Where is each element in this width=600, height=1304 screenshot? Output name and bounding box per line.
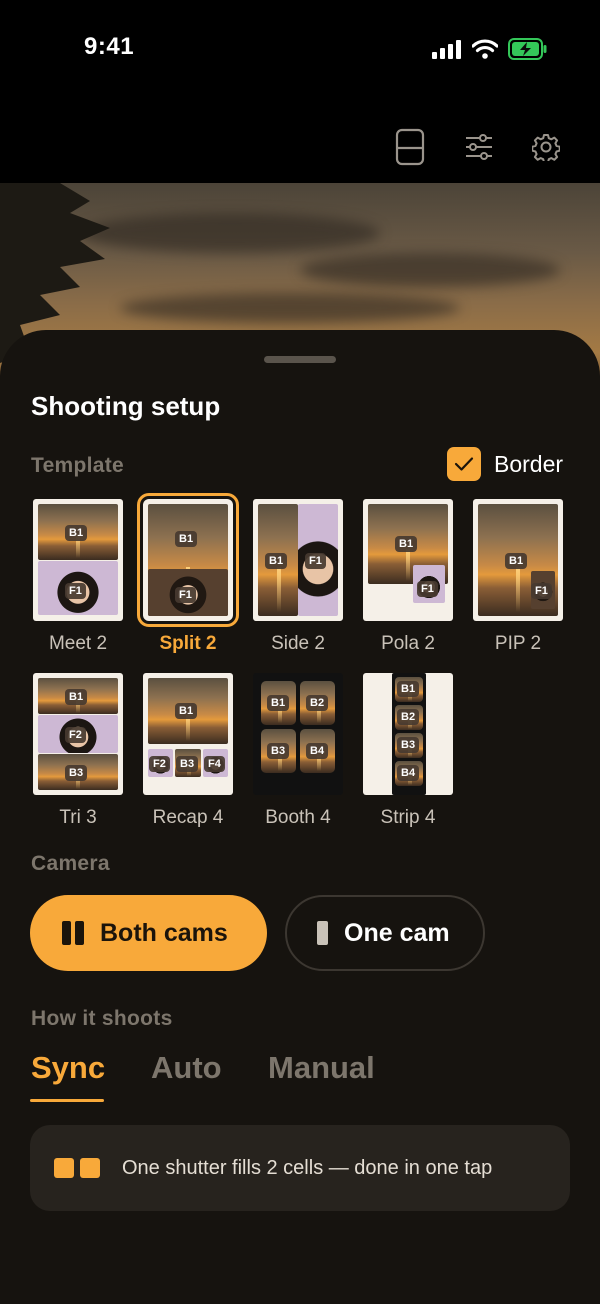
- battery-charging-icon: [508, 38, 547, 60]
- tab-sync[interactable]: Sync: [31, 1050, 105, 1086]
- template-pola-2[interactable]: B1 F1 Pola 2: [353, 499, 463, 655]
- template-thumbnail: B1 F1: [137, 493, 239, 627]
- sheet-title: Shooting setup: [31, 391, 221, 421]
- status-icons: [432, 38, 548, 60]
- sheet-grabber[interactable]: [264, 356, 336, 363]
- template-pip-2[interactable]: B1 F1 PIP 2: [463, 499, 573, 655]
- cell-tag: F1: [305, 553, 326, 569]
- cell-tag: B3: [267, 743, 290, 759]
- template-recap-4[interactable]: B1 F2 B3 F4 Recap 4: [133, 673, 243, 829]
- template-strip-4[interactable]: B1 B2 B3 B4 Strip 4: [353, 673, 463, 829]
- border-toggle[interactable]: Border: [447, 447, 563, 481]
- template-thumbnail: B1 F1: [253, 499, 343, 621]
- template-split-2[interactable]: B1 F1 Split 2: [133, 493, 243, 655]
- template-label: Strip 4: [380, 807, 436, 828]
- cell-tag: B1: [267, 695, 290, 711]
- template-tri-3[interactable]: B1 F2 B3 Tri 3: [23, 673, 133, 829]
- shoot-mode-description: One shutter fills 2 cells — done in one …: [122, 1156, 493, 1179]
- cell-tag: B3: [397, 737, 420, 753]
- template-label: Recap 4: [152, 807, 224, 828]
- cell-tag: B1: [395, 536, 418, 552]
- cell-tag: B1: [65, 525, 88, 541]
- top-toolbar: [0, 100, 600, 184]
- template-label: Tri 3: [59, 807, 97, 828]
- one-cam-label: One cam: [344, 918, 450, 947]
- border-checkbox[interactable]: [447, 447, 481, 481]
- template-thumbnail: B1 F1: [363, 499, 453, 621]
- sliders-icon: [466, 134, 492, 160]
- tab-manual[interactable]: Manual: [268, 1050, 375, 1086]
- cell-tag: B1: [175, 531, 198, 547]
- template-thumbnail: B1 B2 B3 B4: [363, 673, 453, 795]
- cell-tag: B1: [175, 703, 198, 719]
- dual-camera-icon: [62, 921, 84, 945]
- one-cam-button[interactable]: One cam: [285, 895, 485, 971]
- cell-tag: F1: [417, 581, 438, 597]
- cellular-signal-icon: [432, 40, 461, 59]
- shoot-mode-section-label: How it shoots: [31, 1007, 173, 1030]
- template-label: Split 2: [159, 633, 217, 654]
- border-label: Border: [494, 450, 564, 477]
- template-label: Meet 2: [48, 633, 108, 654]
- cell-tag: F1: [65, 583, 86, 599]
- cell-tag: F1: [175, 587, 196, 603]
- cell-tag: B1: [65, 689, 88, 705]
- status-bar: 9:41: [0, 0, 600, 100]
- layout-toggle-button[interactable]: [394, 128, 426, 166]
- shoot-mode-info-card: One shutter fills 2 cells — done in one …: [30, 1125, 570, 1211]
- template-booth-4[interactable]: B1 B2 B3 B4 Booth 4: [243, 673, 353, 829]
- wifi-icon: [472, 39, 498, 59]
- template-label: Pola 2: [381, 633, 435, 654]
- template-label: Side 2: [271, 633, 325, 654]
- status-time: 9:41: [84, 33, 135, 60]
- template-thumbnail: B1 F1: [33, 499, 123, 621]
- cell-tag: F4: [204, 756, 225, 772]
- both-cams-button[interactable]: Both cams: [30, 895, 267, 971]
- tab-auto[interactable]: Auto: [151, 1050, 222, 1086]
- cell-tag: B3: [176, 756, 199, 772]
- template-thumbnail: B1 F2 B3: [33, 673, 123, 795]
- cell-tag: F1: [531, 583, 552, 599]
- template-label: PIP 2: [494, 633, 542, 654]
- template-thumbnail: B1 B2 B3 B4: [253, 673, 343, 795]
- cell-tag: B1: [505, 553, 528, 569]
- template-label: Booth 4: [265, 807, 331, 828]
- cell-tag: B4: [397, 765, 420, 781]
- cell-tag: F2: [65, 727, 86, 743]
- adjustments-button[interactable]: [463, 128, 495, 166]
- cell-tag: B1: [397, 681, 420, 697]
- split-layout-icon: [395, 128, 425, 166]
- template-meet-2[interactable]: B1 F1 Meet 2: [23, 499, 133, 655]
- checkmark-icon: [454, 457, 474, 471]
- gear-icon: [532, 134, 560, 161]
- cell-tag: B1: [265, 553, 288, 569]
- cell-tag: B4: [306, 743, 329, 759]
- cell-tag: F2: [149, 756, 170, 772]
- template-thumbnail: B1 F2 B3 F4: [143, 673, 233, 795]
- template-side-2[interactable]: B1 F1 Side 2: [243, 499, 353, 655]
- single-camera-icon: [317, 921, 328, 945]
- active-tab-indicator: [30, 1099, 104, 1102]
- cell-tag: B3: [65, 765, 88, 781]
- cell-tag: B2: [306, 695, 329, 711]
- cell-tag: B2: [397, 709, 420, 725]
- two-cells-icon: [54, 1158, 100, 1178]
- both-cams-label: Both cams: [100, 918, 228, 947]
- camera-section-label: Camera: [31, 852, 110, 875]
- template-section-label: Template: [31, 454, 125, 477]
- settings-button[interactable]: [530, 128, 562, 166]
- template-thumbnail: B1 F1: [473, 499, 563, 621]
